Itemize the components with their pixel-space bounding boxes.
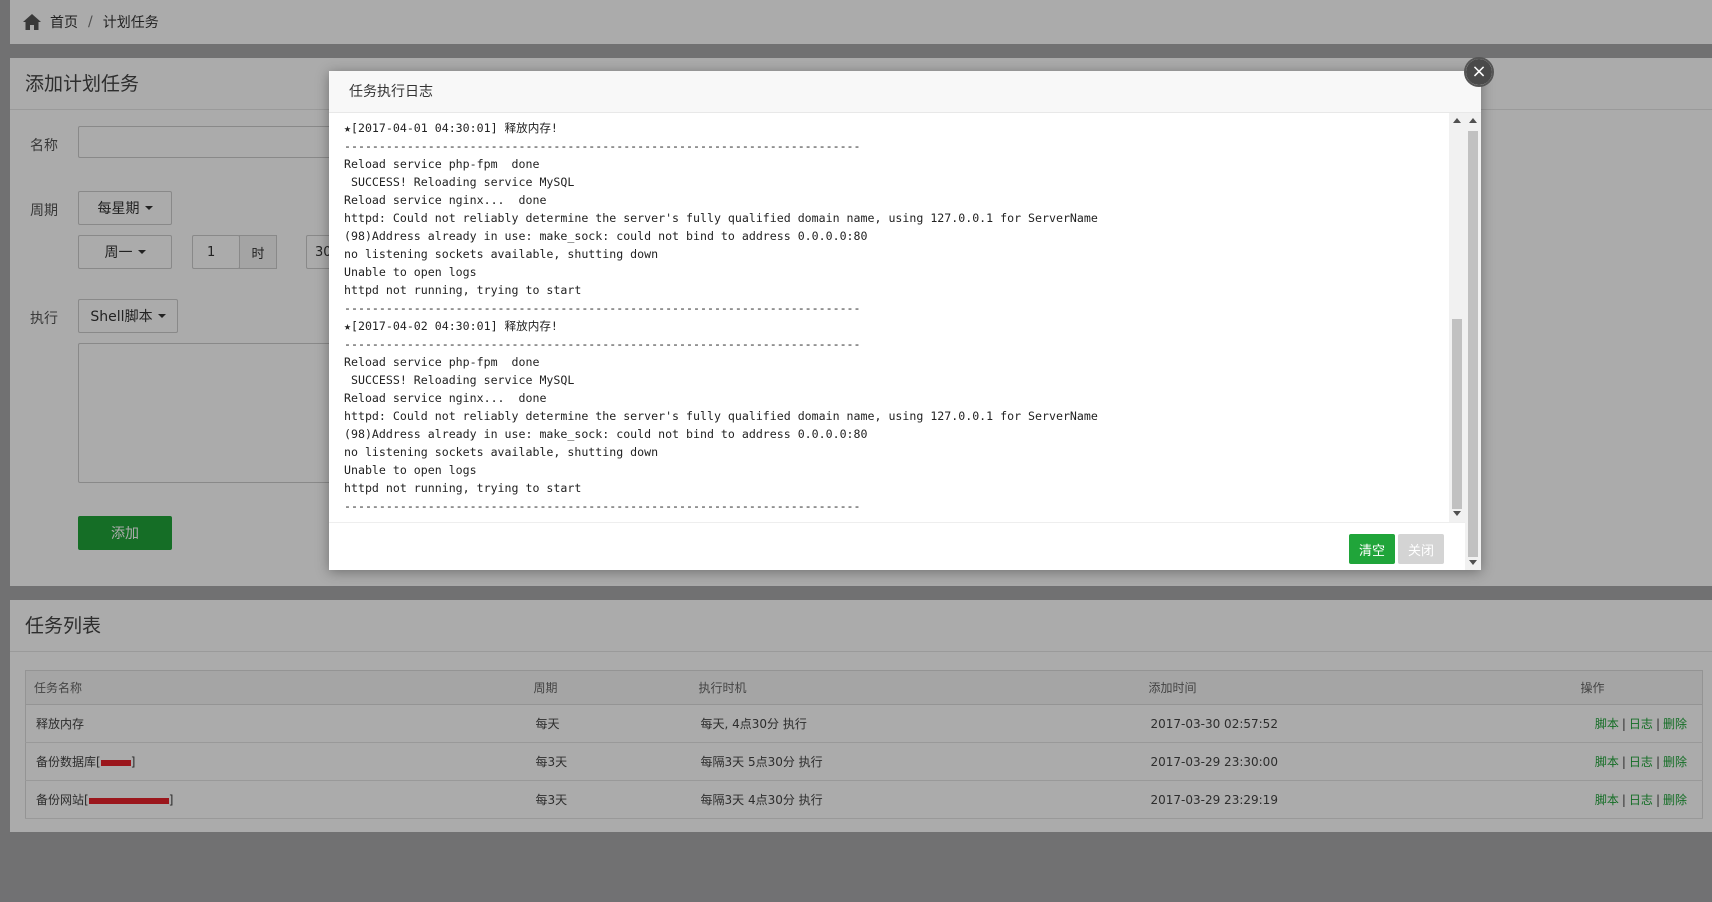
task-log-modal: 任务执行日志 ★[2017-04-01 04:30:01] 释放内存! -----… xyxy=(329,71,1481,570)
log-line: SUCCESS! Reloading service MySQL xyxy=(344,373,575,387)
log-scrollbar-thumb[interactable] xyxy=(1452,319,1462,509)
scroll-up-arrow-icon[interactable] xyxy=(1453,118,1461,123)
log-line: ----------------------------------------… xyxy=(344,337,861,351)
log-line: ----------------------------------------… xyxy=(344,139,861,153)
log-line: SUCCESS! Reloading service MySQL xyxy=(344,175,575,189)
log-line: ★[2017-04-01 04:30:01] 释放内存! xyxy=(344,121,558,135)
scroll-up-arrow-icon[interactable] xyxy=(1469,118,1477,123)
log-scrollbar[interactable] xyxy=(1449,113,1465,522)
scroll-down-arrow-icon[interactable] xyxy=(1469,560,1477,565)
modal-scrollbar[interactable] xyxy=(1465,113,1481,570)
log-line: Unable to open logs xyxy=(344,463,477,477)
log-line: httpd: Could not reliably determine the … xyxy=(344,211,1098,225)
log-line: httpd not running, trying to start xyxy=(344,481,582,495)
log-line: httpd not running, trying to start xyxy=(344,283,582,297)
log-line: no listening sockets available, shutting… xyxy=(344,445,659,459)
scroll-down-arrow-icon[interactable] xyxy=(1453,511,1461,516)
log-line: ★[2017-04-02 04:30:01] 释放内存! xyxy=(344,319,558,333)
log-line: (98)Address already in use: make_sock: c… xyxy=(344,427,868,441)
log-line: no listening sockets available, shutting… xyxy=(344,247,659,261)
modal-scrollbar-thumb[interactable] xyxy=(1468,131,1478,557)
modal-footer: 清空 关闭 xyxy=(329,522,1465,570)
close-icon[interactable]: × xyxy=(1464,57,1494,87)
log-line: Reload service php-fpm done xyxy=(344,157,540,171)
log-line: Reload service php-fpm done xyxy=(344,355,540,369)
log-content: ★[2017-04-01 04:30:01] 释放内存! ------------… xyxy=(329,113,1449,522)
log-line: ----------------------------------------… xyxy=(344,301,861,315)
clear-log-button[interactable]: 清空 xyxy=(1349,534,1395,564)
log-line: Unable to open logs xyxy=(344,265,477,279)
close-icon-glyph: × xyxy=(1471,61,1487,82)
log-line: Reload service nginx... done xyxy=(344,391,547,405)
modal-title: 任务执行日志 xyxy=(329,71,1481,113)
log-line: httpd: Could not reliably determine the … xyxy=(344,409,1098,423)
log-line: ----------------------------------------… xyxy=(344,499,861,513)
log-line: (98)Address already in use: make_sock: c… xyxy=(344,229,868,243)
log-line: Reload service nginx... done xyxy=(344,193,547,207)
close-modal-button[interactable]: 关闭 xyxy=(1398,534,1444,564)
